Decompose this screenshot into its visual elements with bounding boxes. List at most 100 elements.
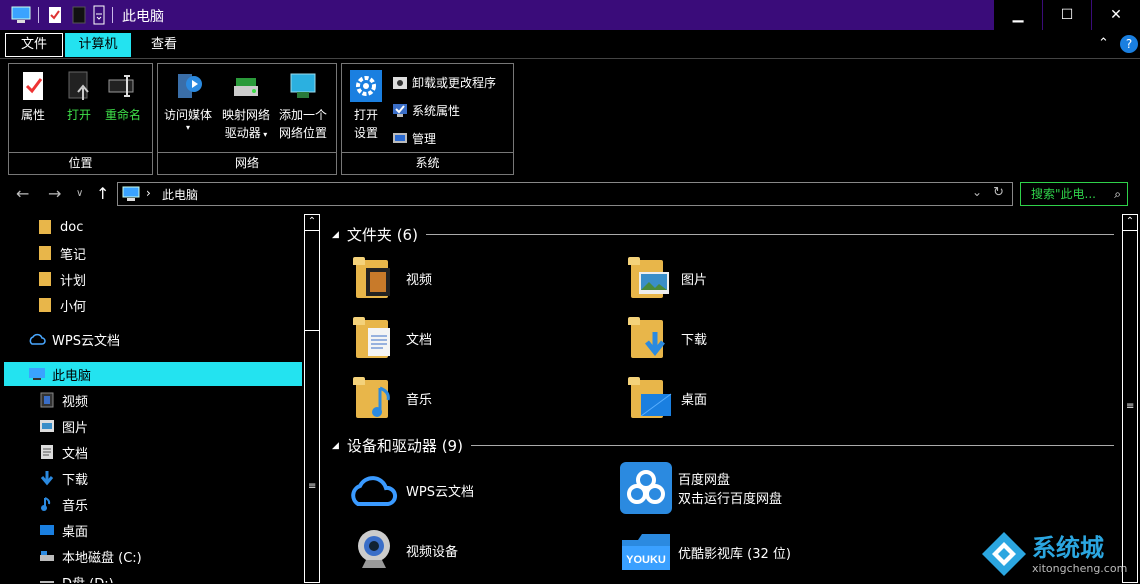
video-folder-icon bbox=[352, 254, 400, 302]
minimize-button[interactable]: ▁ bbox=[994, 0, 1042, 30]
sidebar-item-this-pc[interactable]: 此电脑 bbox=[4, 362, 302, 386]
tab-computer[interactable]: 计算机 bbox=[65, 33, 131, 57]
device-sublabel: 双击运行百度网盘 bbox=[678, 488, 782, 507]
sidebar-item-videos[interactable]: 视频 bbox=[38, 388, 304, 412]
media-server-icon bbox=[172, 70, 204, 102]
sidebar-item-downloads[interactable]: 下载 bbox=[38, 466, 304, 490]
manage-label: 管理 bbox=[412, 130, 436, 147]
sidebar-item-drive-c[interactable]: 本地磁盘 (C:) bbox=[38, 544, 304, 568]
device-tile-video-device[interactable]: 视频设备 bbox=[352, 526, 458, 574]
music-folder-icon bbox=[352, 374, 400, 422]
sidebar-item-label: D盘 (D:) bbox=[62, 573, 114, 584]
close-button[interactable]: ✕ bbox=[1092, 0, 1140, 30]
title-bar: 此电脑 ▁ ☐ ✕ bbox=[0, 0, 1140, 30]
map-drive-label-1: 映射网络 bbox=[218, 106, 274, 124]
computer-icon bbox=[122, 186, 140, 202]
tab-view[interactable]: 查看 bbox=[140, 33, 188, 57]
sidebar-item-label: 笔记 bbox=[60, 244, 86, 263]
open-settings-button[interactable]: 打开 设置 bbox=[346, 70, 386, 142]
device-tile-wps-cloud[interactable]: WPS云文档 bbox=[346, 466, 474, 514]
svg-text:YOUKU: YOUKU bbox=[626, 554, 666, 566]
folder-tile-downloads[interactable]: 下载 bbox=[627, 314, 707, 362]
sidebar-item-label: 小何 bbox=[60, 296, 86, 315]
sidebar-scrollbar[interactable]: ⌃ ≡ bbox=[304, 214, 320, 583]
breadcrumb-this-pc[interactable]: 此电脑 bbox=[162, 186, 198, 203]
scroll-up-icon[interactable]: ⌃ bbox=[1123, 215, 1137, 231]
maximize-button[interactable]: ☐ bbox=[1043, 0, 1091, 30]
search-input[interactable]: 搜索"此电... ⌕ bbox=[1020, 182, 1128, 206]
folders-header-label: 文件夹 (6) bbox=[347, 224, 418, 245]
scroll-up-icon[interactable]: ⌃ bbox=[305, 215, 319, 231]
properties-button[interactable]: 属性 bbox=[15, 70, 51, 124]
window-title: 此电脑 bbox=[122, 6, 164, 26]
search-placeholder: 搜索"此电... bbox=[1031, 187, 1096, 201]
up-arrow-icon[interactable]: ↑ bbox=[96, 184, 109, 203]
collapse-chevron-icon: ◢ bbox=[332, 441, 339, 451]
picture-icon bbox=[38, 418, 56, 434]
breadcrumb-separator-icon: › bbox=[146, 186, 151, 200]
folder-tile-music[interactable]: 音乐 bbox=[352, 374, 432, 422]
recent-locations-chevron-icon[interactable]: ∨ bbox=[76, 188, 83, 199]
properties-quick-icon[interactable] bbox=[46, 5, 64, 25]
section-folders-header[interactable]: ◢ 文件夹 (6) bbox=[332, 224, 1114, 245]
sidebar-item-desktop[interactable]: 桌面 bbox=[38, 518, 304, 542]
sidebar-item-label: 文档 bbox=[62, 443, 88, 462]
sidebar-item-pictures[interactable]: 图片 bbox=[38, 414, 304, 438]
uninstall-icon bbox=[392, 74, 408, 90]
access-media-button[interactable]: 访问媒体 ▾ bbox=[160, 70, 216, 132]
refresh-icon[interactable]: ↻ bbox=[993, 185, 1004, 200]
back-arrow-icon[interactable]: ← bbox=[16, 184, 29, 203]
help-icon[interactable]: ? bbox=[1120, 35, 1138, 53]
folder-tile-videos[interactable]: 视频 bbox=[352, 254, 432, 302]
tab-file[interactable]: 文件 bbox=[5, 33, 63, 57]
device-tile-youku[interactable]: YOUKU 优酷影视库 (32 位) bbox=[620, 526, 791, 578]
sidebar-item-label: doc bbox=[60, 220, 83, 235]
customize-quick-access-icon[interactable] bbox=[92, 5, 106, 25]
sidebar-item-wps-cloud[interactable]: WPS云文档 bbox=[28, 327, 304, 351]
map-network-drive-button[interactable]: 映射网络 驱动器 ▾ bbox=[218, 70, 274, 144]
folder-tile-desktop[interactable]: 桌面 bbox=[627, 374, 707, 422]
folder-label: 图片 bbox=[681, 269, 707, 288]
sidebar-item-documents[interactable]: 文档 bbox=[38, 440, 304, 464]
manage-button[interactable]: 管理 bbox=[392, 128, 436, 148]
open-button[interactable]: 打开 bbox=[61, 70, 97, 124]
sidebar-item-drive-d[interactable]: D盘 (D:) bbox=[38, 570, 304, 583]
computer-icon[interactable] bbox=[10, 5, 32, 25]
maximize-icon: ☐ bbox=[1061, 7, 1074, 23]
devices-header-label: 设备和驱动器 (9) bbox=[347, 435, 463, 456]
folder-label: 音乐 bbox=[406, 389, 432, 408]
group-network: 访问媒体 ▾ 映射网络 驱动器 ▾ 添加一个 网络位置 网络 bbox=[157, 63, 337, 175]
folder-tile-pictures[interactable]: 图片 bbox=[627, 254, 707, 302]
forward-arrow-icon[interactable]: → bbox=[48, 184, 61, 203]
add-network-location-button[interactable]: 添加一个 网络位置 bbox=[274, 70, 332, 142]
scroll-thumb[interactable] bbox=[305, 233, 319, 331]
open-settings-label-2: 设置 bbox=[346, 124, 386, 142]
uninstall-program-button[interactable]: 卸载或更改程序 bbox=[392, 72, 496, 92]
rename-button[interactable]: 重命名 bbox=[101, 70, 145, 124]
sidebar-item-label: WPS云文档 bbox=[52, 330, 120, 349]
system-properties-button[interactable]: 系统属性 bbox=[392, 100, 460, 120]
map-drive-label-2: 驱动器 bbox=[225, 126, 261, 140]
group-system: 打开 设置 卸载或更改程序 系统属性 管理 系统 bbox=[341, 63, 514, 175]
address-field[interactable]: › 此电脑 ⌄ ↻ bbox=[117, 182, 1013, 206]
new-folder-quick-icon[interactable] bbox=[70, 5, 88, 25]
add-location-label-1: 添加一个 bbox=[274, 106, 332, 124]
folder-label: 视频 bbox=[406, 269, 432, 288]
sidebar-item-xiaohe[interactable]: 小何 bbox=[36, 293, 304, 317]
sidebar-item-notes[interactable]: 笔记 bbox=[36, 241, 304, 265]
sidebar-item-doc[interactable]: doc bbox=[36, 215, 304, 239]
folder-tile-documents[interactable]: 文档 bbox=[352, 314, 432, 362]
folder-icon bbox=[36, 271, 54, 287]
picture-folder-icon bbox=[627, 254, 675, 302]
sidebar-item-music[interactable]: 音乐 bbox=[38, 492, 304, 516]
folder-icon bbox=[36, 219, 54, 235]
section-divider bbox=[426, 234, 1114, 235]
sidebar-item-plan[interactable]: 计划 bbox=[36, 267, 304, 291]
collapse-ribbon-icon[interactable]: ⌃ bbox=[1098, 36, 1109, 51]
group-location: 属性 打开 重命名 位置 bbox=[8, 63, 153, 175]
section-devices-header[interactable]: ◢ 设备和驱动器 (9) bbox=[332, 435, 1114, 456]
drive-icon bbox=[38, 574, 56, 583]
address-dropdown-icon[interactable]: ⌄ bbox=[972, 185, 982, 199]
device-tile-baidu-netdisk[interactable]: 百度网盘 双击运行百度网盘 bbox=[620, 462, 782, 514]
watermark-brand: 系统城 bbox=[1032, 528, 1104, 563]
